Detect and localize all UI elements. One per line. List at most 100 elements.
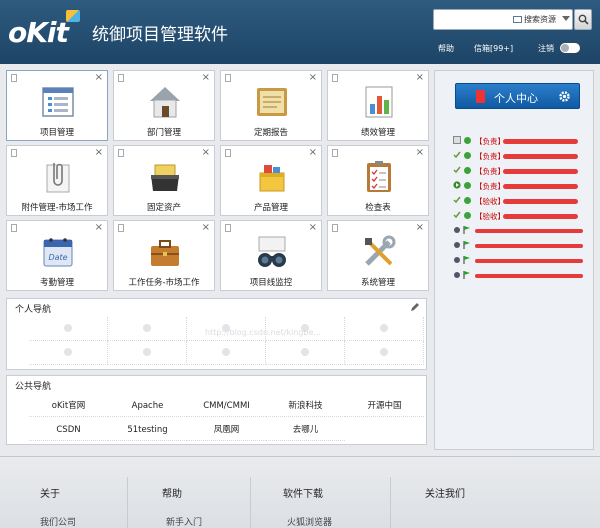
task-item[interactable] xyxy=(453,240,593,252)
svg-text:Date: Date xyxy=(48,253,67,262)
gear-small-icon xyxy=(454,257,460,263)
messages-link[interactable]: 信箱[99+] xyxy=(474,43,513,54)
task-item[interactable] xyxy=(453,255,593,267)
nav-slot[interactable] xyxy=(266,341,345,365)
close-icon[interactable]: × xyxy=(95,147,103,158)
public-link[interactable]: 去哪儿 xyxy=(266,419,345,441)
document-icon xyxy=(11,149,17,157)
module-tile[interactable]: × 系统管理 xyxy=(327,220,429,291)
status-dot-icon xyxy=(464,137,471,144)
nav-slot[interactable] xyxy=(345,341,424,365)
close-icon[interactable]: × xyxy=(416,222,424,233)
public-link[interactable]: CMM/CMMI xyxy=(187,395,266,417)
close-icon[interactable]: × xyxy=(309,72,317,83)
public-link[interactable]: 凤凰网 xyxy=(187,419,266,441)
logout-link[interactable]: 注销 xyxy=(538,43,554,54)
close-icon[interactable]: × xyxy=(202,222,210,233)
public-nav-panel: 公共导航 oKit官网 Apache CMM/CMMI 新浪科技 开源中国 CS… xyxy=(6,375,427,445)
personal-center-button[interactable]: 个人中心 xyxy=(455,83,580,109)
footer-heading-download: 软件下载 xyxy=(283,489,323,500)
footer-link[interactable]: 火狐浏览器 xyxy=(287,515,332,528)
task-item[interactable]: 【负责】 xyxy=(453,150,593,162)
module-tile[interactable]: × 工作任务-市场工作 xyxy=(113,220,215,291)
module-tile[interactable]: × 固定资产 xyxy=(113,145,215,216)
top-header: oKit 统御项目管理软件 搜索资源 帮助 信箱[99+] 注销 xyxy=(0,0,600,64)
close-icon[interactable]: × xyxy=(95,72,103,83)
task-tag: 【负责】 xyxy=(475,167,505,176)
search-icon xyxy=(578,14,589,25)
module-tile[interactable]: × 检查表 xyxy=(327,145,429,216)
nav-slot[interactable] xyxy=(345,317,424,341)
module-tile[interactable]: × 绩效管理 xyxy=(327,70,429,141)
footer-link[interactable]: 我们公司 xyxy=(40,515,76,528)
document-icon xyxy=(118,149,124,157)
green-flag-icon xyxy=(463,256,470,264)
search-scope-select[interactable]: 搜索资源 xyxy=(513,14,556,25)
task-item[interactable]: 【负责】 xyxy=(453,180,593,192)
task-item[interactable]: 【验收】 xyxy=(453,210,593,222)
module-tile[interactable]: × 部门管理 xyxy=(113,70,215,141)
status-dot-icon xyxy=(464,152,471,159)
task-tag: 【验收】 xyxy=(475,197,505,206)
module-tile[interactable]: × Date 考勤管理 xyxy=(6,220,108,291)
public-link[interactable]: Apache xyxy=(108,395,187,417)
module-label: 项目管理 xyxy=(39,128,74,138)
status-dot-icon xyxy=(464,197,471,204)
project-window-icon xyxy=(42,87,74,117)
close-icon[interactable]: × xyxy=(309,147,317,158)
public-link[interactable]: oKit官网 xyxy=(29,395,108,417)
green-flag-icon xyxy=(463,226,470,234)
public-link[interactable]: 开源中国 xyxy=(345,395,424,417)
status-toggle[interactable] xyxy=(560,43,580,53)
okit-logo[interactable]: oKit xyxy=(8,10,86,50)
search-box: 搜索资源 xyxy=(433,9,573,30)
task-item[interactable] xyxy=(453,225,593,237)
search-input[interactable] xyxy=(437,12,509,27)
close-icon[interactable]: × xyxy=(202,147,210,158)
house-icon xyxy=(150,87,180,118)
nav-slot[interactable] xyxy=(108,317,187,341)
nav-slot[interactable] xyxy=(29,341,108,365)
play-icon xyxy=(453,181,461,189)
search-scope-label: 搜索资源 xyxy=(524,15,556,24)
close-icon[interactable]: × xyxy=(309,222,317,233)
public-link[interactable]: CSDN xyxy=(29,419,108,441)
task-tag: 【负责】 xyxy=(475,137,505,146)
module-tile[interactable]: × 附件管理-市场工作 xyxy=(6,145,108,216)
close-icon[interactable]: × xyxy=(202,72,210,83)
module-label: 考勤管理 xyxy=(39,278,74,288)
gear-small-icon xyxy=(454,242,460,248)
task-tag: 【验收】 xyxy=(475,212,505,221)
task-item[interactable]: 【验收】 xyxy=(453,195,593,207)
personal-sidebar: 个人中心 【负责】 【负责】 【负责】 【负责】 【验收】 【验收】 xyxy=(434,70,594,450)
module-tile[interactable]: × 项目管理 xyxy=(6,70,108,141)
public-link[interactable]: 51testing xyxy=(108,419,187,441)
chevron-down-icon[interactable] xyxy=(562,16,570,21)
status-dot-icon xyxy=(464,182,471,189)
public-link[interactable]: 新浪科技 xyxy=(266,395,345,417)
module-tile[interactable]: × 项目线监控 xyxy=(220,220,322,291)
help-link[interactable]: 帮助 xyxy=(438,43,454,54)
pencil-icon[interactable] xyxy=(410,302,420,312)
footer-link[interactable]: 新手入门 xyxy=(166,515,202,528)
module-tile[interactable]: × 产品管理 xyxy=(220,145,322,216)
status-dot-icon xyxy=(464,167,471,174)
nav-slot[interactable] xyxy=(108,341,187,365)
close-icon[interactable]: × xyxy=(416,147,424,158)
task-item[interactable]: 【负责】 xyxy=(453,165,593,177)
nav-slot[interactable] xyxy=(187,341,266,365)
close-icon[interactable]: × xyxy=(416,72,424,83)
panel-title: 个人导航 xyxy=(15,305,52,315)
task-item[interactable] xyxy=(453,270,593,282)
watermark: http://blog.csdn.net/kingbe... xyxy=(205,328,322,337)
close-icon[interactable]: × xyxy=(95,222,103,233)
document-icon xyxy=(332,224,338,232)
nav-slot[interactable] xyxy=(29,317,108,341)
task-item[interactable]: 【负责】 xyxy=(453,135,593,147)
search-button[interactable] xyxy=(574,9,592,30)
document-icon xyxy=(118,74,124,82)
gear-small-icon xyxy=(454,272,460,278)
footer-divider xyxy=(127,477,128,528)
redacted-text xyxy=(503,139,578,144)
module-tile[interactable]: × 定期报告 xyxy=(220,70,322,141)
